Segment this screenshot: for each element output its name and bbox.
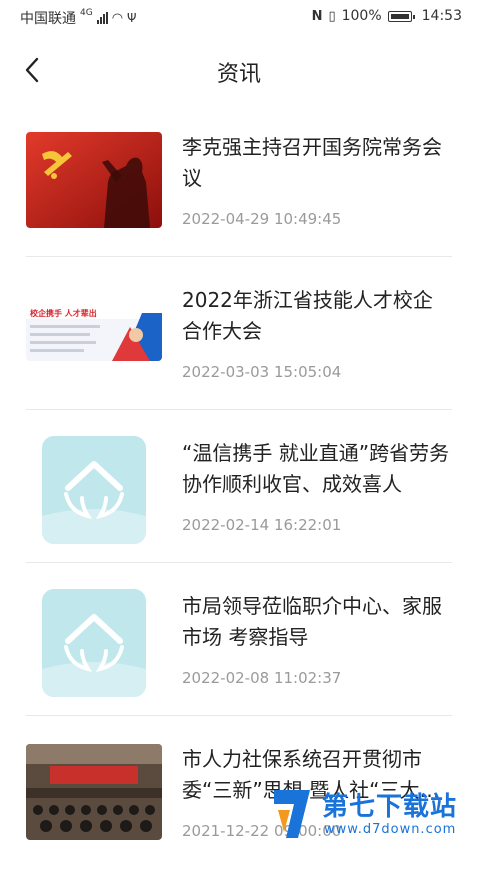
news-item[interactable]: 市局领导莅临职介中心、家服市场 考察指导 2022-02-08 11:02:37 (0, 563, 478, 716)
watermark-url: www.d7down.com (324, 822, 457, 837)
news-thumbnail: 校企携手 人才辈出 (26, 305, 162, 361)
banner-text: 校企携手 人才辈出 (30, 308, 97, 318)
news-thumbnail (42, 436, 146, 544)
news-item[interactable]: 校企携手 人才辈出 2022年浙江省技能人才校企合作大会 2022-03-03 … (0, 257, 478, 410)
signal-icon (96, 12, 108, 24)
carrier-label: 中国联通 (20, 11, 76, 27)
watermark-title: 第七下载站 (322, 792, 458, 822)
status-bar: 中国联通 4G ◠ Ψ N ▯ 100% 14:53 (0, 0, 478, 34)
news-item[interactable]: “温信携手 就业直通”跨省劳务协作顺利收官、成效喜人 2022-02-14 16… (0, 410, 478, 563)
usb-icon: Ψ (127, 11, 137, 25)
news-date: 2022-02-14 16:22:01 (182, 516, 342, 534)
news-title: 市局领导莅临职介中心、家服市场 考察指导 (182, 594, 442, 649)
news-date: 2022-02-08 11:02:37 (182, 669, 342, 687)
news-title: “温信携手 就业直通”跨省劳务协作顺利收官、成效喜人 (182, 441, 450, 496)
news-thumbnail (26, 744, 162, 840)
news-title: 李克强主持召开国务院常务会议 (182, 135, 442, 190)
watermark: 第七下载站 www.d7down.com (270, 784, 470, 844)
news-list: 李克强主持召开国务院常务会议 2022-04-29 10:49:45 校企携手 … (0, 104, 478, 869)
nav-bar: 资讯 (0, 44, 478, 96)
news-date: 2022-04-29 10:49:45 (182, 210, 342, 228)
home-hands-icon (42, 614, 146, 697)
news-thumbnail (26, 132, 162, 228)
news-date: 2022-03-03 15:05:04 (182, 363, 342, 381)
d7-logo-icon (274, 790, 310, 838)
battery-icon (387, 10, 415, 22)
news-thumbnail (42, 589, 146, 697)
battery-percent: 100% (341, 8, 382, 24)
news-title: 2022年浙江省技能人才校企合作大会 (182, 288, 433, 343)
nfc-icon: N (311, 8, 323, 24)
network-label: 4G (80, 8, 93, 18)
vibrate-icon: ▯ (328, 8, 336, 24)
wifi-icon: ◠ (111, 10, 124, 26)
home-hands-icon (42, 461, 146, 544)
clock: 14:53 (421, 8, 462, 24)
news-item[interactable]: 李克强主持召开国务院常务会议 2022-04-29 10:49:45 (0, 104, 478, 257)
page-title: 资讯 (216, 62, 261, 87)
